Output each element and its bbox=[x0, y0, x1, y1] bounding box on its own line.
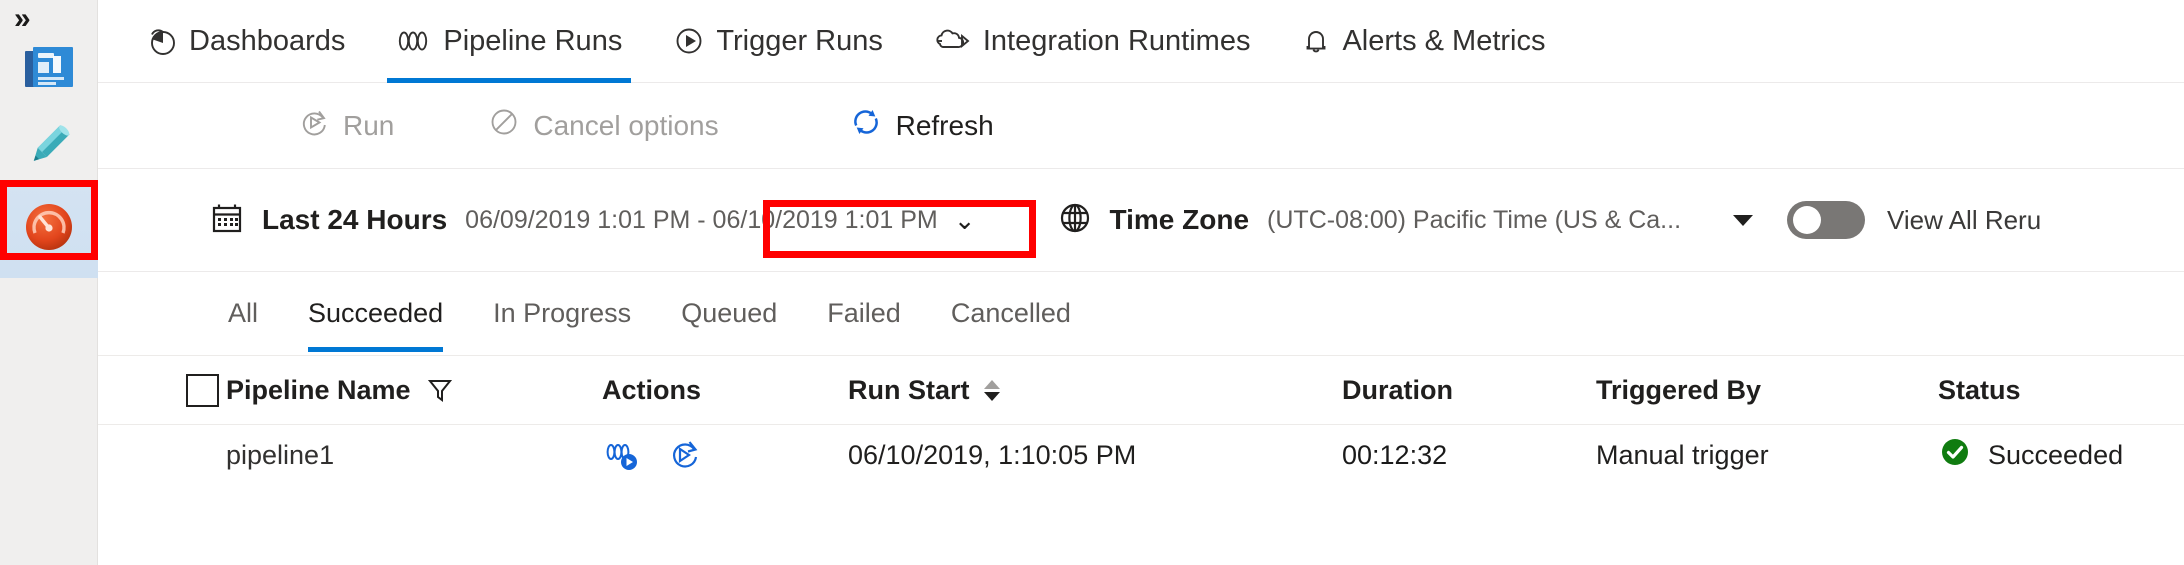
tab-label: Trigger Runs bbox=[716, 24, 883, 57]
tab-label: Dashboards bbox=[189, 24, 346, 57]
pie-chart-icon bbox=[146, 25, 178, 57]
cell-duration: 00:12:32 bbox=[1284, 440, 1574, 471]
status-tab-in-progress[interactable]: In Progress bbox=[493, 272, 631, 356]
select-all-checkbox[interactable] bbox=[186, 373, 219, 407]
run-start-text: 06/10/2019, 1:10:05 PM bbox=[848, 439, 1137, 470]
bell-icon bbox=[1301, 25, 1331, 57]
column-header-pipeline-name[interactable]: Pipeline Name bbox=[226, 375, 588, 406]
tab-trigger-runs[interactable]: Trigger Runs bbox=[658, 0, 898, 83]
status-tab-all[interactable]: All bbox=[228, 272, 258, 356]
table-row[interactable]: pipeline1 06/10/2019, 1:10:05 PM 00:12:3… bbox=[98, 425, 2184, 485]
main-content: Dashboards Pipeline Runs Trigger Runs In… bbox=[98, 0, 2184, 565]
timezone-dropdown-caret-icon[interactable] bbox=[1733, 214, 1754, 226]
column-label: Status bbox=[1938, 374, 2021, 405]
calendar-icon bbox=[210, 201, 244, 240]
tab-dashboards[interactable]: Dashboards bbox=[131, 0, 360, 83]
status-filter-tabs: All Succeeded In Progress Queued Failed … bbox=[98, 272, 2184, 356]
status-tab-label: Cancelled bbox=[950, 298, 1071, 328]
status-tab-label: Queued bbox=[681, 298, 778, 328]
status-tab-succeeded[interactable]: Succeeded bbox=[308, 272, 444, 356]
column-header-actions: Actions bbox=[588, 375, 848, 406]
status-tab-label: Failed bbox=[827, 298, 901, 328]
refresh-button[interactable]: Refresh bbox=[849, 105, 994, 146]
filter-funnel-icon[interactable] bbox=[427, 376, 453, 404]
tab-label: Pipeline Runs bbox=[443, 24, 623, 57]
tab-label: Integration Runtimes bbox=[982, 24, 1251, 57]
monitor-gauge-icon bbox=[21, 199, 77, 260]
sidebar-item-monitor[interactable] bbox=[0, 180, 98, 278]
pipeline-runs-table: Pipeline Name Actions Run Start Duration… bbox=[98, 356, 2184, 485]
run-button[interactable]: Run bbox=[298, 106, 394, 145]
date-range-label: Last 24 Hours bbox=[262, 204, 448, 235]
tab-pipeline-runs[interactable]: Pipeline Runs bbox=[381, 0, 637, 83]
tab-integration-runtimes[interactable]: Integration Runtimes bbox=[919, 0, 1266, 83]
play-circle-icon bbox=[673, 25, 705, 57]
refresh-label: Refresh bbox=[895, 109, 994, 141]
cell-pipeline-name[interactable]: pipeline1 bbox=[226, 440, 588, 471]
status-tab-failed[interactable]: Failed bbox=[827, 272, 901, 356]
select-all-cell bbox=[98, 373, 226, 407]
status-tab-label: In Progress bbox=[493, 298, 632, 328]
command-bar: Run Cancel options Refresh bbox=[98, 83, 2184, 258]
left-rail: » bbox=[0, 0, 98, 565]
cell-triggered-by: Manual trigger bbox=[1574, 440, 1914, 471]
view-activity-runs-icon[interactable] bbox=[602, 438, 644, 472]
cell-status: Succeeded bbox=[1914, 435, 2184, 476]
tab-alerts-metrics[interactable]: Alerts & Metrics bbox=[1286, 0, 1560, 83]
run-icon bbox=[298, 106, 330, 145]
integration-runtime-icon bbox=[934, 25, 972, 57]
overview-icon bbox=[21, 39, 77, 100]
column-label: Triggered By bbox=[1596, 374, 1762, 405]
run-label: Run bbox=[343, 109, 395, 141]
timezone-value: (UTC-08:00) Pacific Time (US & Ca... bbox=[1267, 205, 1682, 234]
column-header-duration[interactable]: Duration bbox=[1284, 375, 1574, 406]
sort-toggle-icon[interactable] bbox=[983, 379, 1000, 401]
column-label: Run Start bbox=[848, 374, 970, 405]
status-tab-cancelled[interactable]: Cancelled bbox=[951, 272, 1071, 356]
table-header-row: Pipeline Name Actions Run Start Duration… bbox=[98, 356, 2184, 425]
view-all-reruns-label: View All Reru bbox=[1887, 204, 2042, 235]
cancel-options-button[interactable]: Cancel options bbox=[488, 106, 719, 145]
sort-asc-arrow-icon bbox=[983, 379, 1000, 389]
pipeline-runs-page: » Dashboards Pipeline Runs Trigger Runs … bbox=[0, 0, 2184, 565]
cell-actions bbox=[588, 438, 848, 472]
status-success-check-icon bbox=[1938, 435, 1972, 476]
date-range-filter[interactable]: Last 24 Hours 06/09/2019 1:01 PM - 06/10… bbox=[210, 201, 976, 240]
timezone-label: Time Zone bbox=[1109, 204, 1250, 235]
column-header-run-start[interactable]: Run Start bbox=[848, 375, 1284, 406]
cancel-icon bbox=[488, 106, 520, 145]
filter-bar: Last 24 Hours 06/09/2019 1:01 PM - 06/10… bbox=[98, 169, 2184, 272]
tab-label: Alerts & Metrics bbox=[1342, 24, 1546, 57]
rerun-icon[interactable] bbox=[666, 438, 704, 472]
pipeline-icon bbox=[396, 25, 432, 57]
status-tab-label: Succeeded bbox=[308, 298, 444, 328]
status-tab-queued[interactable]: Queued bbox=[681, 272, 777, 356]
toggle-knob bbox=[1793, 206, 1822, 234]
status-tab-label: All bbox=[228, 298, 259, 328]
column-label: Pipeline Name bbox=[226, 374, 411, 405]
duration-text: 00:12:32 bbox=[1342, 439, 1448, 470]
column-label: Duration bbox=[1342, 374, 1453, 405]
triggered-by-text: Manual trigger bbox=[1596, 439, 1769, 470]
column-header-status[interactable]: Status bbox=[1914, 375, 2184, 406]
status-badge: Succeeded bbox=[1988, 439, 2124, 470]
cell-run-start: 06/10/2019, 1:10:05 PM bbox=[848, 440, 1284, 471]
globe-icon bbox=[1058, 201, 1092, 240]
top-nav-tabs: Dashboards Pipeline Runs Trigger Runs In… bbox=[98, 0, 2184, 83]
chevron-down-icon[interactable]: ⌄ bbox=[954, 207, 976, 233]
author-pencil-icon bbox=[21, 117, 77, 178]
cancel-options-label: Cancel options bbox=[533, 109, 719, 141]
column-header-triggered-by[interactable]: Triggered By bbox=[1574, 375, 1914, 406]
pipeline-name-text: pipeline1 bbox=[226, 439, 335, 470]
view-all-reruns-toggle[interactable] bbox=[1787, 201, 1866, 239]
column-label: Actions bbox=[602, 374, 702, 405]
refresh-icon bbox=[849, 105, 883, 146]
sort-desc-arrow-icon bbox=[983, 391, 1000, 401]
timezone-filter[interactable]: Time Zone (UTC-08:00) Pacific Time (US &… bbox=[1058, 201, 1682, 240]
date-range-value: 06/09/2019 1:01 PM - 06/10/2019 1:01 PM bbox=[465, 205, 938, 234]
